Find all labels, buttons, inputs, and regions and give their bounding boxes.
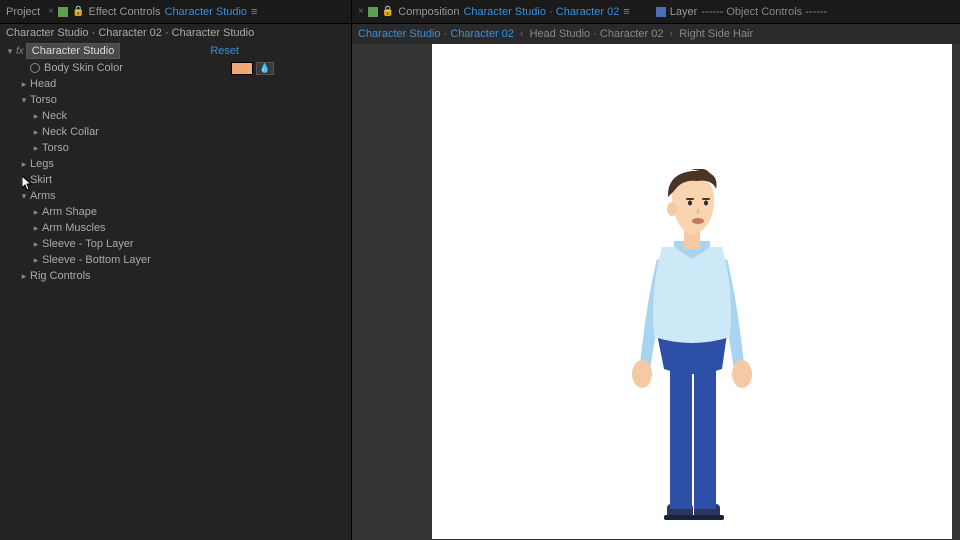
- chevron-left-icon[interactable]: ‹: [670, 28, 674, 40]
- breadcrumb-item[interactable]: Character Studio · Character 02: [358, 28, 514, 40]
- twirl-down-icon[interactable]: ▾: [18, 191, 30, 202]
- breadcrumb-item[interactable]: Right Side Hair: [679, 28, 753, 40]
- panel-menu-icon[interactable]: ≡: [623, 6, 629, 18]
- tab-composition[interactable]: 🔒 Composition Character Studio · Charact…: [368, 6, 630, 18]
- prop-body-skin-color[interactable]: Body Skin Color 💧: [0, 60, 351, 76]
- prop-skirt[interactable]: ▸ Skirt: [0, 172, 351, 188]
- tab-layer-link[interactable]: Character Studio: [165, 6, 248, 18]
- twirl-right-icon[interactable]: ▸: [30, 207, 42, 218]
- right-tab-bar: × 🔒 Composition Character Studio · Chara…: [352, 0, 960, 24]
- tab-project[interactable]: Project: [6, 6, 40, 18]
- prop-arm-muscles[interactable]: ▸ Arm Muscles: [0, 220, 351, 236]
- prop-legs[interactable]: ▸ Legs: [0, 156, 351, 172]
- tab-label: Composition: [398, 6, 459, 18]
- twirl-right-icon[interactable]: ▸: [30, 255, 42, 266]
- effect-controls-panel: Project × 🔒 Effect Controls Character St…: [0, 0, 352, 540]
- twirl-down-icon[interactable]: ▾: [18, 95, 30, 106]
- twirl-right-icon[interactable]: ▸: [18, 175, 30, 186]
- twirl-right-icon[interactable]: ▸: [30, 111, 42, 122]
- prop-label: Head: [30, 78, 56, 90]
- tab-layer-name: ------ Object Controls ------: [701, 6, 827, 18]
- panel-menu-icon[interactable]: ≡: [251, 6, 257, 18]
- twirl-down-icon[interactable]: ▾: [4, 46, 16, 57]
- tab-comp-link[interactable]: Character Studio · Character 02: [463, 6, 619, 18]
- twirl-right-icon[interactable]: ▸: [18, 79, 30, 90]
- twirl-right-icon[interactable]: ▸: [18, 159, 30, 170]
- prop-rig-controls[interactable]: ▸ Rig Controls: [0, 268, 351, 284]
- prop-neck[interactable]: ▸ Neck: [0, 108, 351, 124]
- stopwatch-icon[interactable]: [30, 63, 40, 73]
- active-indicator-icon: [368, 7, 378, 17]
- lock-icon[interactable]: 🔒: [382, 6, 394, 17]
- prop-sleeve-bottom[interactable]: ▸ Sleeve - Bottom Layer: [0, 252, 351, 268]
- prop-label: Arms: [30, 190, 56, 202]
- tab-layer[interactable]: Layer ------ Object Controls ------: [656, 6, 827, 18]
- prop-label: Arm Muscles: [42, 222, 106, 234]
- effect-name[interactable]: Character Studio: [26, 43, 121, 59]
- chevron-left-icon[interactable]: ‹: [520, 28, 524, 40]
- lock-icon[interactable]: 🔒: [72, 6, 84, 17]
- character-preview: [612, 169, 772, 529]
- prop-label: Torso: [42, 142, 69, 154]
- composition-canvas[interactable]: [432, 44, 952, 539]
- eyedropper-icon[interactable]: 💧: [256, 62, 274, 75]
- prop-label: Sleeve - Bottom Layer: [42, 254, 151, 266]
- prop-arms[interactable]: ▾ Arms: [0, 188, 351, 204]
- close-icon[interactable]: ×: [48, 6, 54, 17]
- twirl-right-icon[interactable]: ▸: [30, 239, 42, 250]
- prop-label: Neck: [42, 110, 67, 122]
- composition-panel: × 🔒 Composition Character Studio · Chara…: [352, 0, 960, 540]
- active-indicator-icon: [58, 7, 68, 17]
- comp-breadcrumb: Character Studio · Character 02 ‹ Head S…: [352, 24, 960, 44]
- layer-indicator-icon: [656, 7, 666, 17]
- twirl-right-icon[interactable]: ▸: [30, 223, 42, 234]
- tab-effect-controls[interactable]: 🔒 Effect Controls Character Studio ≡: [58, 6, 257, 18]
- layer-path: Character Studio · Character 02 · Charac…: [0, 24, 351, 42]
- prop-label: Arm Shape: [42, 206, 97, 218]
- composition-viewport[interactable]: [352, 44, 960, 540]
- prop-label: Torso: [30, 94, 57, 106]
- tab-label: Effect Controls: [89, 6, 161, 18]
- prop-label: Rig Controls: [30, 270, 91, 282]
- close-icon[interactable]: ×: [358, 6, 364, 17]
- effect-header-row: ▾ fx Character Studio Reset: [0, 42, 351, 60]
- tab-label: Layer: [670, 6, 698, 18]
- tab-label: Project: [6, 6, 40, 18]
- prop-label: Skirt: [30, 174, 52, 186]
- twirl-right-icon[interactable]: ▸: [30, 143, 42, 154]
- reset-button[interactable]: Reset: [210, 45, 239, 57]
- prop-head[interactable]: ▸ Head: [0, 76, 351, 92]
- left-tab-bar: Project × 🔒 Effect Controls Character St…: [0, 0, 351, 24]
- prop-label: Body Skin Color: [44, 62, 123, 74]
- prop-label: Legs: [30, 158, 54, 170]
- prop-sleeve-top[interactable]: ▸ Sleeve - Top Layer: [0, 236, 351, 252]
- prop-arm-shape[interactable]: ▸ Arm Shape: [0, 204, 351, 220]
- color-swatch[interactable]: [231, 62, 253, 75]
- breadcrumb-item[interactable]: Head Studio · Character 02: [530, 28, 664, 40]
- prop-neck-collar[interactable]: ▸ Neck Collar: [0, 124, 351, 140]
- prop-torso[interactable]: ▾ Torso: [0, 92, 351, 108]
- fx-badge-icon[interactable]: fx: [16, 46, 24, 57]
- twirl-right-icon[interactable]: ▸: [30, 127, 42, 138]
- prop-label: Neck Collar: [42, 126, 99, 138]
- twirl-right-icon[interactable]: ▸: [18, 271, 30, 282]
- prop-label: Sleeve - Top Layer: [42, 238, 134, 250]
- prop-torso-inner[interactable]: ▸ Torso: [0, 140, 351, 156]
